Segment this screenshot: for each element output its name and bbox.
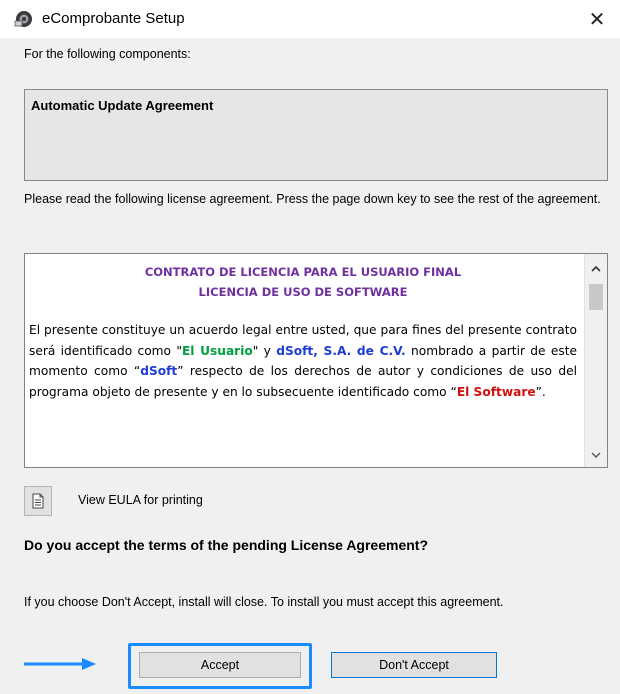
term-dsoft: dSoft — [140, 364, 178, 378]
scroll-up-button[interactable] — [585, 258, 607, 278]
license-scrollbar[interactable] — [584, 254, 607, 467]
accept-button[interactable]: Accept — [139, 652, 301, 678]
scroll-down-button[interactable] — [585, 445, 607, 465]
license-instructions: Please read the following license agreem… — [24, 192, 601, 206]
license-content: CONTRATO DE LICENCIA PARA EL USUARIO FIN… — [25, 254, 583, 467]
components-intro: For the following components: — [24, 47, 191, 61]
term-dsoft-full: dSoft, S.A. de C.V. — [276, 343, 406, 358]
term-el-usuario: El Usuario — [181, 343, 253, 358]
license-heading-2: LICENCIA DE USO DE SOFTWARE — [198, 285, 408, 299]
dont-accept-button[interactable]: Don't Accept — [331, 652, 497, 678]
chevron-up-icon — [591, 265, 601, 272]
license-paragraph: El presente constituye un acuerdo legal … — [29, 320, 577, 402]
component-item: Automatic Update Agreement — [31, 98, 214, 113]
license-heading-1: CONTRATO DE LICENCIA PARA EL USUARIO FIN… — [144, 265, 462, 279]
license-text-area[interactable]: CONTRATO DE LICENCIA PARA EL USUARIO FIN… — [24, 253, 608, 468]
close-button[interactable]: ✕ — [580, 4, 614, 34]
view-eula-label: View EULA for printing — [78, 493, 203, 507]
view-eula-print-button[interactable] — [24, 486, 52, 516]
install-note: If you choose Don't Accept, install will… — [24, 595, 504, 609]
document-icon — [32, 493, 44, 509]
chevron-down-icon — [591, 452, 601, 458]
term-el-software: El Software — [456, 384, 536, 399]
accept-question: Do you accept the terms of the pending L… — [24, 537, 428, 553]
arrow-right-icon — [24, 658, 96, 670]
license-text-5: ”. — [535, 384, 546, 399]
license-text-2: " y — [252, 343, 277, 358]
scroll-thumb[interactable] — [589, 284, 603, 310]
window-title: eComprobante Setup — [42, 10, 185, 27]
setup-disc-icon — [14, 11, 32, 27]
close-icon: ✕ — [588, 8, 606, 31]
components-list: Automatic Update Agreement — [24, 89, 608, 181]
title-bar: eComprobante Setup ✕ — [0, 0, 620, 38]
